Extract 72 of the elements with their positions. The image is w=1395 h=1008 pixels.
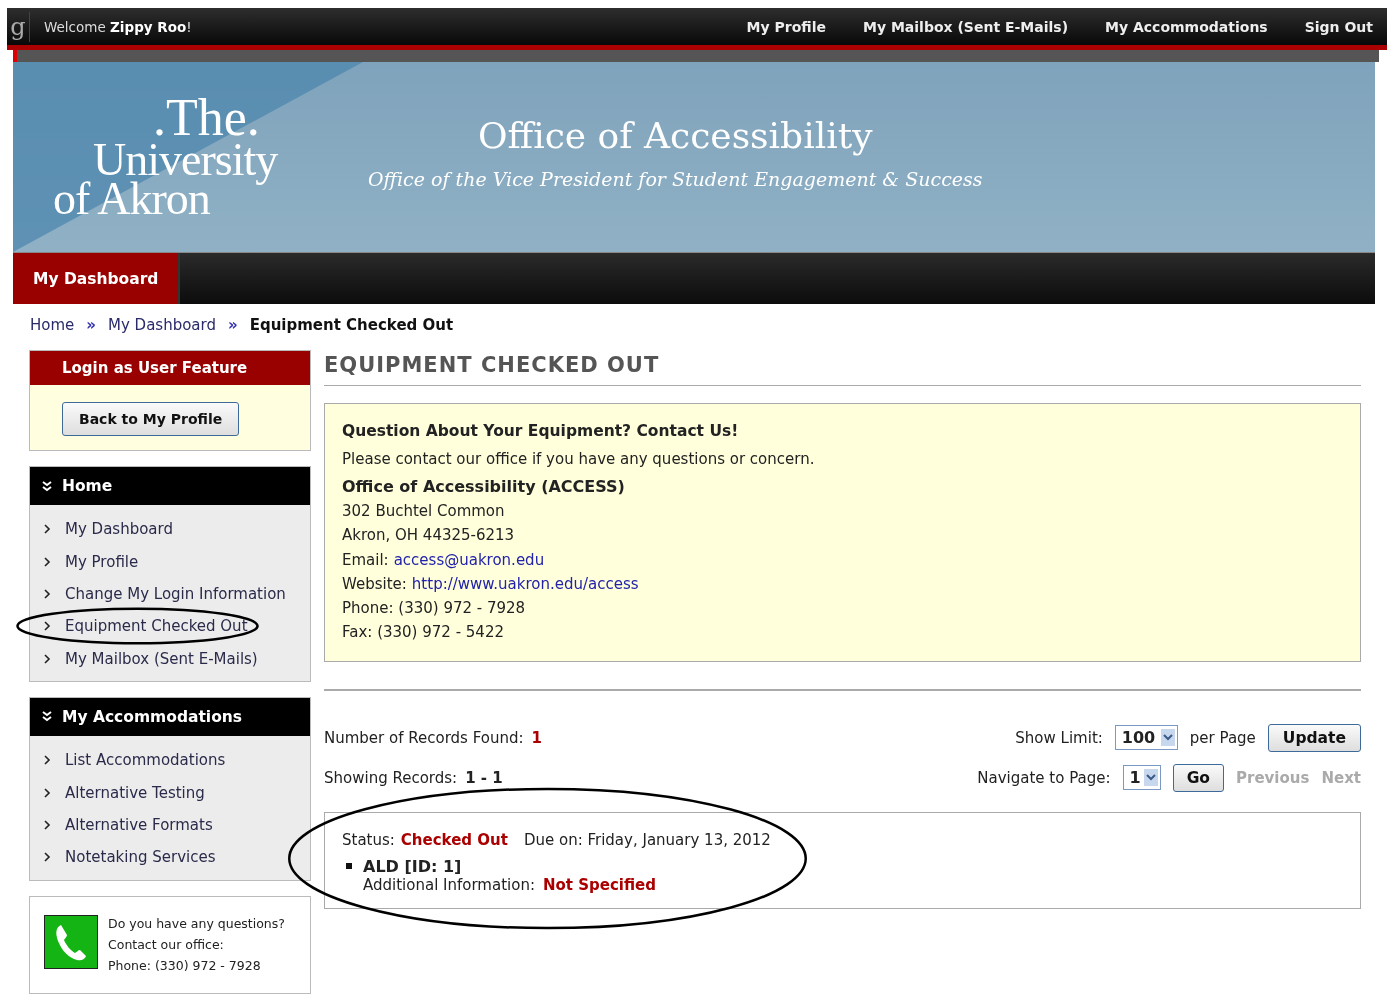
info-link[interactable]: http://www.uakron.edu/access (411, 574, 639, 593)
info-text: Fax: (330) 972 - 5422 (342, 622, 505, 644)
breadcrumb-link[interactable]: My Dashboard (108, 316, 216, 334)
contact-text: Do you have any questions? (108, 914, 285, 933)
dropdown[interactable]: 100 (1114, 725, 1178, 751)
equipment-name: ALD [ID: 1] (363, 856, 462, 876)
chevron-icon (43, 653, 51, 664)
chevron-icon (43, 852, 51, 863)
sidebar-link[interactable]: Alternative Formats (65, 815, 213, 834)
status-value: Checked Out (400, 830, 508, 849)
status-label: Status: (342, 830, 395, 849)
sidebar-link[interactable]: List Accommodations (65, 751, 226, 770)
double-chevron-icon (42, 711, 52, 723)
chevron-icon (43, 819, 51, 830)
banner-title: Office of Accessibility (477, 114, 874, 156)
records-range: 1 - 1 (465, 768, 503, 787)
university-logo: .The. University of Akron (53, 95, 279, 219)
info-title: Question About Your Equipment? Contact Us! (342, 422, 740, 440)
caret-icon (1160, 729, 1175, 747)
contact-text: Phone: (330) 972 - 7928 (108, 956, 262, 975)
top-nav-link[interactable]: My Accommodations (1105, 18, 1268, 35)
go-button[interactable]: Go (1172, 763, 1224, 792)
info-value: Not Specified (542, 875, 656, 894)
double-chevron-icon (42, 480, 52, 492)
update-button[interactable]: Update (1267, 723, 1361, 752)
sidebar-link[interactable]: Change My Login Information (65, 584, 286, 603)
sidebar-link[interactable]: My Dashboard (65, 520, 173, 539)
menu-title: My Accommodations (62, 707, 243, 726)
top-nav-link[interactable]: My Mailbox (Sent E-Mails) (863, 18, 1069, 35)
sidebar-link[interactable]: My Mailbox (Sent E-Mails) (65, 649, 258, 668)
page-heading: EQUIPMENT CHECKED OUT (324, 350, 1361, 386)
sidebar-link[interactable]: My Profile (65, 552, 139, 571)
info-text: 302 Buchtel Common (342, 501, 506, 522)
records-label: Showing Records: (324, 768, 458, 787)
top-nav-link[interactable]: Sign Out (1304, 18, 1373, 35)
chevron-icon (43, 524, 51, 535)
contact-text: Contact our office: (108, 935, 225, 954)
records-label: Number of Records Found: (324, 728, 524, 747)
dropdown[interactable]: 1 (1122, 765, 1161, 791)
chevron-icon (43, 588, 51, 599)
navigate-label: Navigate to Page: (977, 768, 1111, 787)
info-text: Please contact our office if you have any questions or concern. (342, 450, 816, 468)
per-page-label: per Page (1189, 728, 1256, 747)
due-date: Due on: Friday, January 13, 2012 (523, 830, 771, 849)
welcome-text: Welcome Zippy Roo! (44, 18, 192, 35)
limit-label: Show Limit: (1015, 728, 1103, 747)
phone-icon (44, 914, 98, 969)
bullet-icon (346, 863, 352, 870)
separator-icon: » (86, 316, 96, 334)
menu-title: Home (62, 477, 113, 495)
back-button[interactable]: Back to My Profile (62, 402, 240, 436)
info-label: Website: (342, 574, 407, 593)
nav-tab[interactable]: My Dashboard (13, 253, 181, 304)
info-label: Additional Information: (363, 875, 535, 894)
panel-title: Login as User Feature (30, 351, 310, 385)
info-text: Akron, OH 44325-6213 (342, 525, 516, 547)
info-label: Email: (342, 550, 389, 569)
info-link[interactable]: access@uakron.edu (393, 550, 545, 569)
office-name: Office of Accessibility (ACCESS) (342, 477, 626, 496)
breadcrumb-link[interactable]: Home (30, 316, 75, 334)
banner-subtitle: Office of the Vice President for Student Engagement & Success (368, 167, 983, 190)
chevron-icon (43, 621, 51, 632)
info-text: Phone: (330) 972 - 7928 (342, 598, 527, 620)
sidebar-link[interactable]: Alternative Testing (65, 783, 205, 802)
records-count: 1 (531, 728, 542, 747)
caret-icon (1143, 769, 1158, 787)
sidebar-link[interactable]: Notetaking Services (65, 848, 216, 867)
chevron-icon (43, 787, 51, 798)
top-nav-link[interactable]: My Profile (746, 18, 826, 35)
separator-icon: » (227, 316, 238, 334)
chevron-icon (43, 556, 51, 567)
chevron-icon (43, 755, 51, 766)
